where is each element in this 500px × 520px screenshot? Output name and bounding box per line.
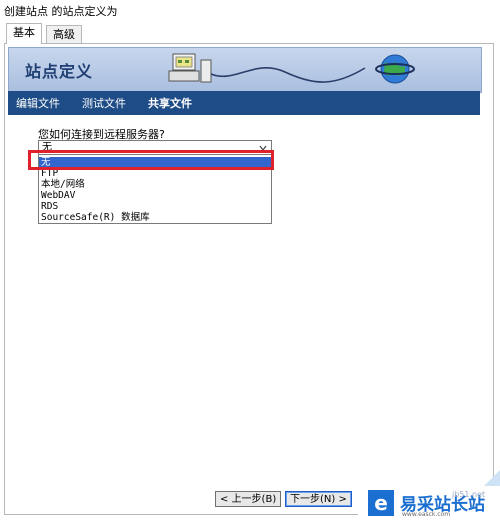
banner-title: 站点定义	[25, 62, 94, 81]
nav-share-files[interactable]: 共享文件	[148, 95, 192, 111]
wizard-nav: 编辑文件 测试文件 共享文件	[8, 91, 480, 115]
site-definition-window: 创建站点 的站点定义为 基本 高级 站点定义 编辑文件 测试文件 共享文件 您如…	[0, 0, 500, 520]
watermark-e-icon: e	[368, 490, 394, 516]
option-sourcesafe[interactable]: SourceSafe(R) 数据库	[39, 212, 271, 223]
window-title: 创建站点 的站点定义为	[4, 5, 118, 18]
option-rds[interactable]: RDS	[39, 201, 271, 212]
watermark-url: jb51.net	[452, 490, 486, 499]
next-button[interactable]: 下一步(N) >	[285, 491, 352, 507]
nav-test-files[interactable]: 测试文件	[82, 95, 126, 111]
title-bar: 创建站点 的站点定义为	[0, 0, 500, 22]
option-local-network[interactable]: 本地/网络	[39, 179, 271, 190]
tab-advanced[interactable]: 高级	[46, 25, 82, 43]
watermark-sub: www.easck.com	[402, 511, 451, 518]
network-illustration-icon	[168, 53, 415, 84]
tab-basic[interactable]: 基本	[6, 23, 42, 44]
annotation-highlight-box	[28, 150, 274, 170]
wizard-banner: 站点定义	[8, 47, 482, 93]
back-button[interactable]: < 上一步(B)	[215, 491, 282, 507]
tab-bar: 基本 高级	[4, 23, 500, 44]
option-webdav[interactable]: WebDAV	[39, 190, 271, 201]
nav-edit-files[interactable]: 编辑文件	[16, 95, 60, 111]
